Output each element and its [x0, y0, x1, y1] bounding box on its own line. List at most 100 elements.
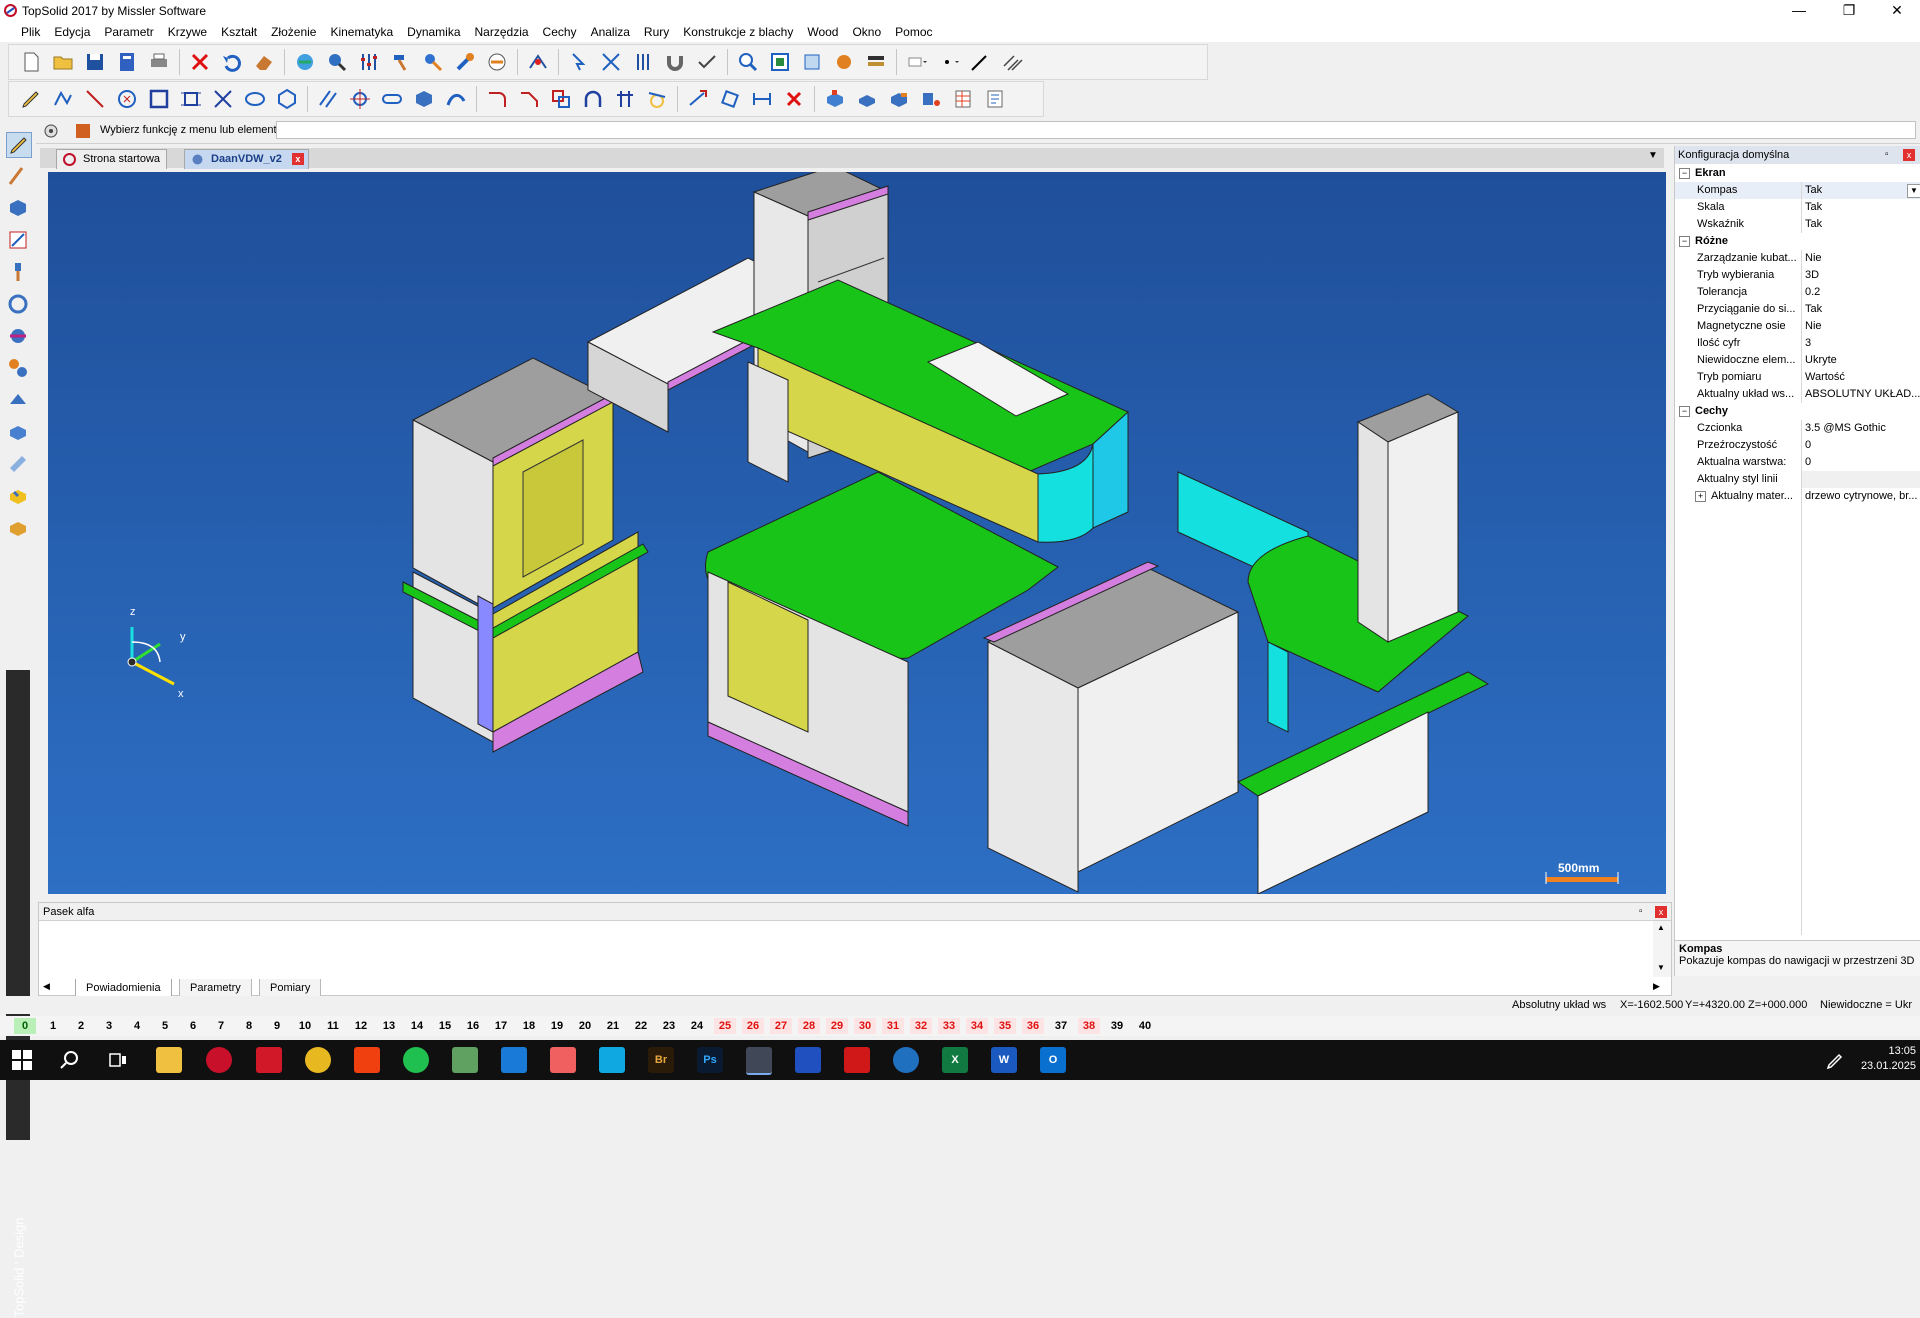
- circle-button[interactable]: [114, 85, 140, 113]
- dimension-button[interactable]: [612, 85, 638, 113]
- slot-button[interactable]: [379, 85, 405, 113]
- tools-button[interactable]: [420, 48, 446, 76]
- property-row[interactable]: + Aktualny mater... drzewo cytrynowe, br..…: [1675, 488, 1920, 505]
- bill-of-materials-button[interactable]: [950, 85, 976, 113]
- layer-22[interactable]: 22: [630, 1018, 652, 1034]
- property-row[interactable]: Ilość cyfr 3: [1675, 335, 1920, 352]
- wood-mode-button[interactable]: [6, 484, 30, 508]
- zoom-fit-button[interactable]: [767, 48, 793, 76]
- ellipse-button[interactable]: [242, 85, 268, 113]
- assembly-mode-button[interactable]: [6, 356, 30, 380]
- layer-0[interactable]: 0: [14, 1018, 36, 1034]
- layer-25[interactable]: 25: [714, 1018, 736, 1034]
- layer-8[interactable]: 8: [238, 1018, 260, 1034]
- layer-38[interactable]: 38: [1078, 1018, 1100, 1034]
- layer-36[interactable]: 36: [1022, 1018, 1044, 1034]
- zoom-view-button[interactable]: [324, 48, 350, 76]
- print-button[interactable]: [146, 48, 172, 76]
- move-button[interactable]: [685, 85, 711, 113]
- check-button[interactable]: [694, 48, 720, 76]
- brave-icon[interactable]: [354, 1047, 380, 1073]
- property-row[interactable]: Niewidoczne elem... Ukryte: [1675, 352, 1920, 369]
- view-orientation-button[interactable]: [799, 48, 825, 76]
- collapse-icon[interactable]: −: [1679, 168, 1690, 179]
- property-row[interactable]: Przeźroczystość 0: [1675, 437, 1920, 454]
- property-row[interactable]: Tryb pomiaru Wartość: [1675, 369, 1920, 386]
- sketch-mode-button[interactable]: [6, 132, 32, 158]
- menu-cechy[interactable]: Cechy: [536, 22, 584, 42]
- color-picker-button[interactable]: [904, 48, 930, 76]
- collapse-icon[interactable]: −: [1679, 236, 1690, 247]
- app-3d-icon[interactable]: [893, 1047, 919, 1073]
- undo-button[interactable]: [219, 48, 245, 76]
- scroll-down-icon[interactable]: ▼: [1657, 963, 1665, 972]
- layer-34[interactable]: 34: [966, 1018, 988, 1034]
- menu-narzedzia[interactable]: Narzędzia: [468, 22, 536, 42]
- layers-button[interactable]: [863, 48, 889, 76]
- cut-button[interactable]: [781, 85, 807, 113]
- drawer-button[interactable]: [886, 85, 912, 113]
- sheet-metal-mode-button[interactable]: [6, 388, 30, 412]
- function-icon[interactable]: [74, 122, 92, 140]
- stretch-button[interactable]: [749, 85, 775, 113]
- tab-daanvdw-v2[interactable]: DaanVDW_v2 x: [184, 149, 309, 169]
- point-style-button[interactable]: [936, 48, 962, 76]
- panel-button[interactable]: [822, 85, 848, 113]
- collapse-icon[interactable]: −: [1679, 406, 1690, 417]
- layer-39[interactable]: 39: [1106, 1018, 1128, 1034]
- menu-okno[interactable]: Okno: [845, 22, 888, 42]
- sketch-button[interactable]: [18, 85, 44, 113]
- property-row[interactable]: Zarządzanie kubat... Nie: [1675, 250, 1920, 267]
- outlook-icon[interactable]: O: [1040, 1047, 1066, 1073]
- layer-21[interactable]: 21: [602, 1018, 624, 1034]
- property-row[interactable]: Czcionka 3.5 @MS Gothic: [1675, 420, 1920, 437]
- delete-button[interactable]: [187, 48, 213, 76]
- open-file-button[interactable]: [50, 48, 76, 76]
- spotify-icon[interactable]: [403, 1047, 429, 1073]
- hammer-button[interactable]: [388, 48, 414, 76]
- section-rozne[interactable]: − Różne: [1675, 233, 1920, 250]
- property-row[interactable]: Aktualny układ ws... ABSOLUTNY UKŁAD...: [1675, 386, 1920, 403]
- layer-35[interactable]: 35: [994, 1018, 1016, 1034]
- layer-3[interactable]: 3: [98, 1018, 120, 1034]
- section-ekran[interactable]: − Ekran: [1675, 165, 1920, 182]
- arch-button[interactable]: [580, 85, 606, 113]
- drawing-sheet-button[interactable]: [982, 85, 1008, 113]
- property-row[interactable]: Tryb wybierania 3D: [1675, 267, 1920, 284]
- pipes-mode-button[interactable]: [6, 420, 30, 444]
- layer-5[interactable]: 5: [154, 1018, 176, 1034]
- point-button[interactable]: [347, 85, 373, 113]
- layer-24[interactable]: 24: [686, 1018, 708, 1034]
- layer-10[interactable]: 10: [294, 1018, 316, 1034]
- save-button[interactable]: [82, 48, 108, 76]
- property-row[interactable]: Skala Tak: [1675, 199, 1920, 216]
- render-button[interactable]: [831, 48, 857, 76]
- parameters-button[interactable]: [630, 48, 656, 76]
- property-row[interactable]: Przyciąganie do si... Tak: [1675, 301, 1920, 318]
- trim-button[interactable]: [598, 48, 624, 76]
- extrude-button[interactable]: [411, 85, 437, 113]
- cursor-icon[interactable]: [599, 1047, 625, 1073]
- furniture-mode-button[interactable]: [6, 516, 30, 540]
- polyline-button[interactable]: [50, 85, 76, 113]
- topsolid-taskbar-icon[interactable]: [746, 1047, 772, 1075]
- minimize-button[interactable]: —: [1776, 0, 1822, 22]
- excel-icon[interactable]: X: [942, 1047, 968, 1073]
- close-tab-icon[interactable]: x: [291, 153, 304, 165]
- tab-start-page[interactable]: Strona startowa: [56, 149, 168, 169]
- layer-30[interactable]: 30: [854, 1018, 876, 1034]
- offset-button[interactable]: [548, 85, 574, 113]
- tab-list-dropdown[interactable]: ▼: [1648, 150, 1658, 161]
- layer-23[interactable]: 23: [658, 1018, 680, 1034]
- layer-19[interactable]: 19: [546, 1018, 568, 1034]
- layer-18[interactable]: 18: [518, 1018, 540, 1034]
- notepad-icon[interactable]: [452, 1047, 478, 1073]
- menu-parametr[interactable]: Parametr: [97, 22, 160, 42]
- chamfer-button[interactable]: [516, 85, 542, 113]
- menu-konstrukcje-z-blachy[interactable]: Konstrukcje z blachy: [676, 22, 800, 42]
- close-alpha-bar-icon[interactable]: x: [1655, 906, 1667, 918]
- notifications-area[interactable]: [39, 921, 1653, 977]
- layer-29[interactable]: 29: [826, 1018, 848, 1034]
- polygon-button[interactable]: [274, 85, 300, 113]
- asana-icon[interactable]: [550, 1047, 576, 1073]
